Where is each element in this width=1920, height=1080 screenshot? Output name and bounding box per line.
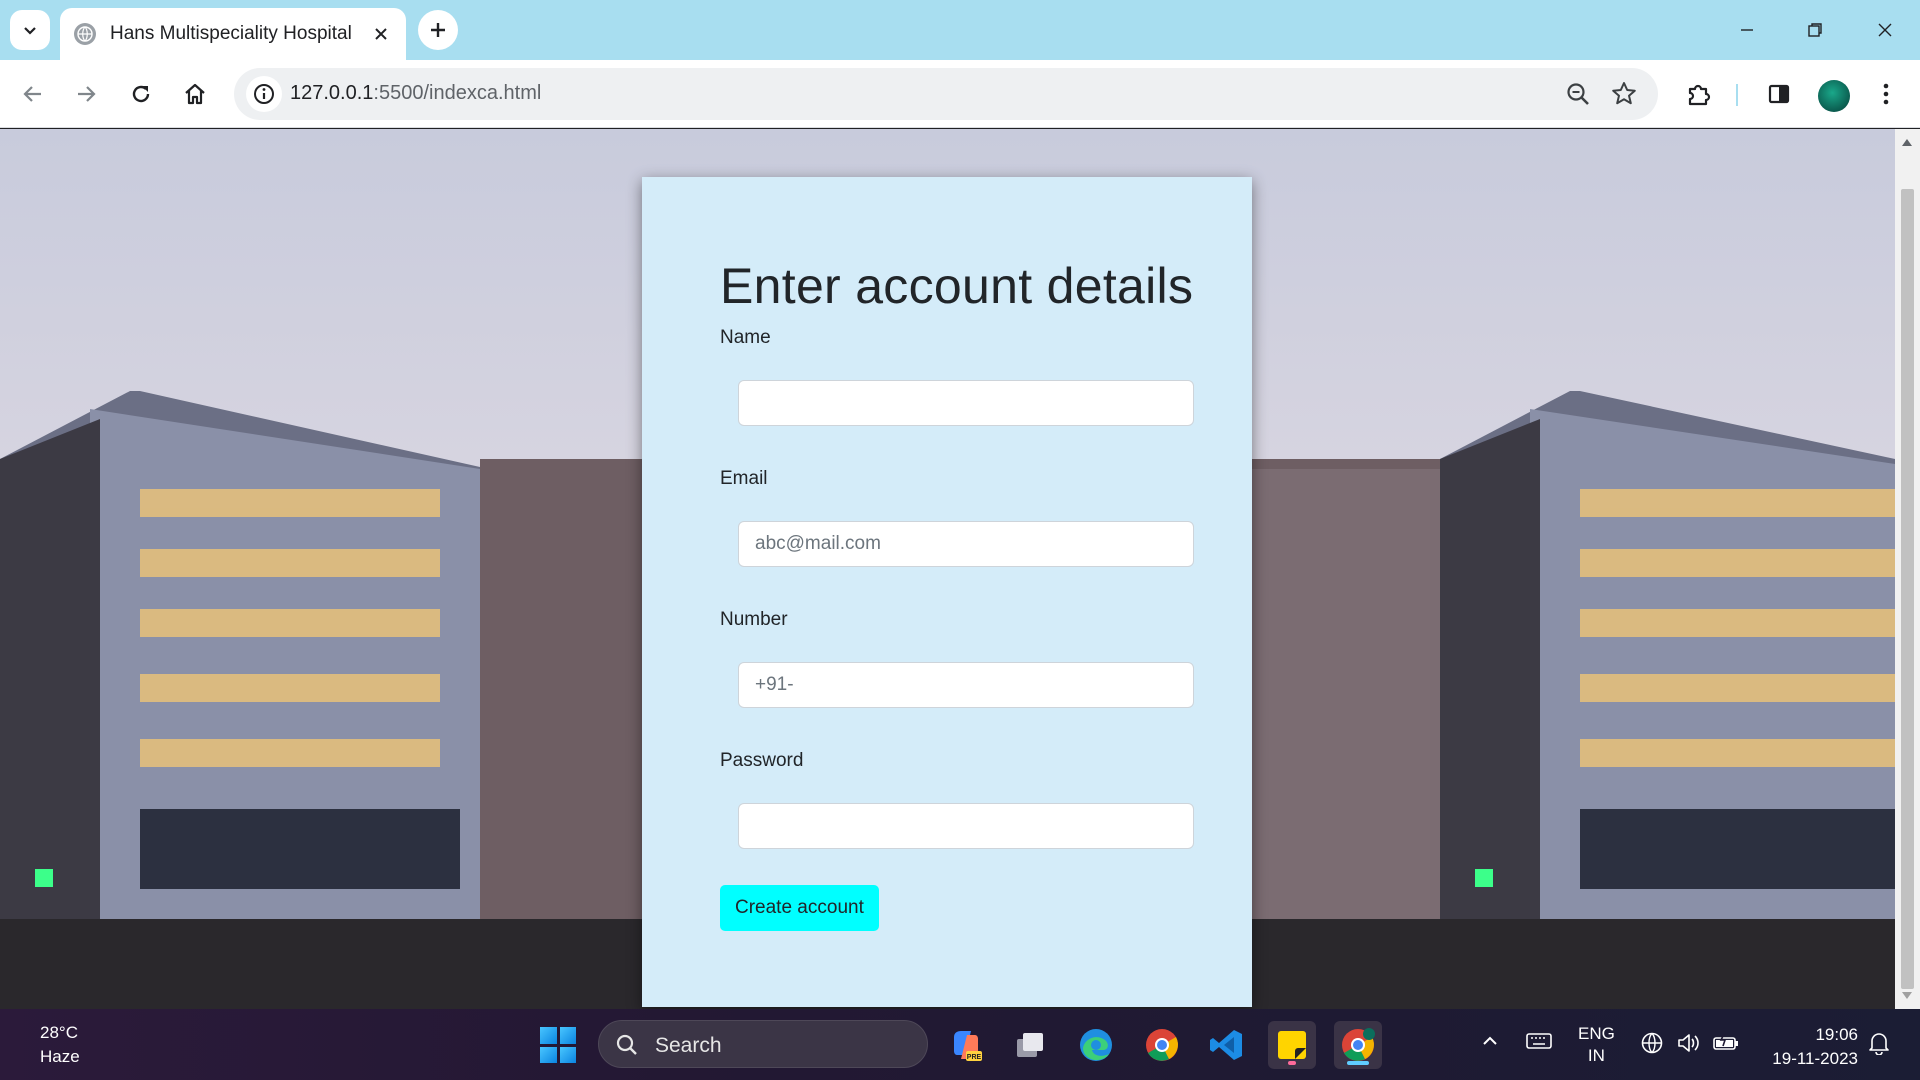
tray-overflow-button[interactable] [1480, 1031, 1500, 1056]
chrome-icon [1146, 1029, 1178, 1061]
name-label: Name [720, 327, 771, 348]
taskbar-search[interactable]: Search [598, 1020, 928, 1068]
site-info-icon[interactable] [246, 76, 282, 112]
plus-icon [431, 23, 445, 37]
url-host: 127.0.0.1 [290, 82, 374, 104]
svg-text:PRE: PRE [967, 1054, 982, 1061]
browser-tab-active[interactable]: Hans Multispeciality Hospital [60, 8, 406, 60]
windows-logo-tile [559, 1027, 576, 1044]
task-view-app[interactable] [1006, 1021, 1054, 1069]
windows-logo-tile [540, 1027, 557, 1044]
bookmark-star-icon[interactable] [1610, 80, 1638, 108]
scroll-down-arrow[interactable] [1902, 992, 1912, 999]
scrollbar-thumb[interactable] [1901, 189, 1914, 989]
chevron-down-icon [24, 27, 36, 35]
windows-logo-tile [540, 1046, 557, 1063]
puzzle-icon [1688, 84, 1711, 106]
windows-logo-tile [559, 1046, 576, 1063]
minimize-icon [1741, 29, 1753, 31]
password-label: Password [720, 750, 804, 771]
extensions-button[interactable] [1679, 74, 1719, 114]
account-form-card: Enter account details Name Email Number … [642, 177, 1252, 1007]
zoom-icon[interactable] [1564, 80, 1592, 108]
reload-icon [132, 85, 150, 103]
minimize-button[interactable] [1724, 10, 1770, 50]
url-text[interactable]: 127.0.0.1:5500/indexca.html [290, 82, 541, 105]
close-icon [1878, 23, 1892, 37]
temperature-text: 28°C [40, 1023, 78, 1042]
running-indicator [1288, 1061, 1296, 1065]
vscode-app[interactable] [1202, 1021, 1250, 1069]
home-icon [185, 83, 205, 105]
weather-widget[interactable]: 28°C Haze [40, 1021, 80, 1069]
restore-icon [1808, 23, 1822, 37]
volume-icon[interactable] [1676, 1031, 1702, 1060]
vscode-icon [1210, 1030, 1242, 1060]
create-account-button[interactable]: Create account [720, 885, 879, 931]
page-scrollbar[interactable] [1895, 129, 1920, 1009]
arrow-right-icon [78, 86, 96, 102]
task-view-icon [1017, 1033, 1043, 1057]
more-vertical-icon [1883, 83, 1889, 105]
restore-button[interactable] [1792, 10, 1838, 50]
url-path: :5500/indexca.html [373, 82, 542, 104]
browser-toolbar: 127.0.0.1:5500/indexca.html [0, 60, 1920, 128]
language-text: ENG [1578, 1024, 1615, 1043]
copilot-icon: PRE [954, 1031, 982, 1061]
tab-strip: Hans Multispeciality Hospital [0, 0, 1920, 60]
tab-close-icon[interactable] [370, 23, 392, 45]
chrome-app[interactable] [1138, 1021, 1186, 1069]
side-panel-icon [1768, 84, 1790, 104]
tab-search-button[interactable] [10, 10, 50, 50]
menu-button[interactable] [1866, 74, 1906, 114]
weather-text: Haze [40, 1047, 80, 1066]
active-indicator [1347, 1061, 1369, 1065]
forward-button[interactable] [66, 74, 106, 114]
name-input[interactable] [738, 380, 1194, 426]
reload-button[interactable] [121, 74, 161, 114]
keyboard-icon [1526, 1033, 1552, 1049]
chrome-profile-icon [1342, 1028, 1375, 1061]
copilot-app[interactable]: PRE [942, 1021, 990, 1069]
notification-bell-icon[interactable] [1868, 1031, 1890, 1060]
touch-keyboard-button[interactable] [1526, 1031, 1552, 1056]
region-text: IN [1587, 1046, 1605, 1065]
close-window-button[interactable] [1862, 10, 1908, 50]
search-icon [616, 1034, 637, 1055]
form-heading: Enter account details [720, 258, 1194, 314]
new-tab-button[interactable] [418, 10, 458, 50]
side-panel-button[interactable] [1759, 74, 1799, 114]
back-button[interactable] [13, 74, 53, 114]
number-label: Number [720, 609, 788, 630]
input-language-indicator[interactable]: ENG IN [1578, 1023, 1615, 1067]
profile-avatar[interactable] [1818, 80, 1850, 112]
chevron-up-icon [1483, 1036, 1497, 1045]
number-input[interactable] [738, 662, 1194, 708]
sticky-notes-icon [1278, 1031, 1306, 1059]
time-text: 19:06 [1815, 1025, 1858, 1044]
home-button[interactable] [175, 74, 215, 114]
tab-title: Hans Multispeciality Hospital [110, 23, 352, 44]
edge-icon [1080, 1029, 1112, 1061]
globe-icon [74, 23, 96, 45]
start-button[interactable] [540, 1027, 576, 1063]
network-icon[interactable] [1640, 1031, 1664, 1060]
chrome-app-active[interactable] [1334, 1021, 1382, 1069]
toolbar-divider [1736, 84, 1738, 106]
taskbar-search-text: Search [655, 1034, 722, 1057]
sticky-notes-app[interactable] [1268, 1021, 1316, 1069]
background-image-right [1440, 129, 1895, 1009]
scroll-up-arrow[interactable] [1902, 139, 1912, 146]
arrow-left-icon [23, 86, 41, 102]
password-input[interactable] [738, 803, 1194, 849]
background-image-left [0, 129, 720, 1009]
clock[interactable]: 19:06 19-11-2023 [1762, 1023, 1858, 1071]
email-input[interactable] [738, 521, 1194, 567]
address-bar[interactable]: 127.0.0.1:5500/indexca.html [234, 68, 1658, 120]
email-label: Email [720, 468, 768, 489]
battery-icon[interactable] [1712, 1031, 1740, 1060]
edge-app[interactable] [1072, 1021, 1120, 1069]
windows-taskbar: 28°C Haze Search PRE ENG IN 19:06 19-11-… [0, 1009, 1920, 1080]
date-text: 19-11-2023 [1772, 1049, 1858, 1068]
